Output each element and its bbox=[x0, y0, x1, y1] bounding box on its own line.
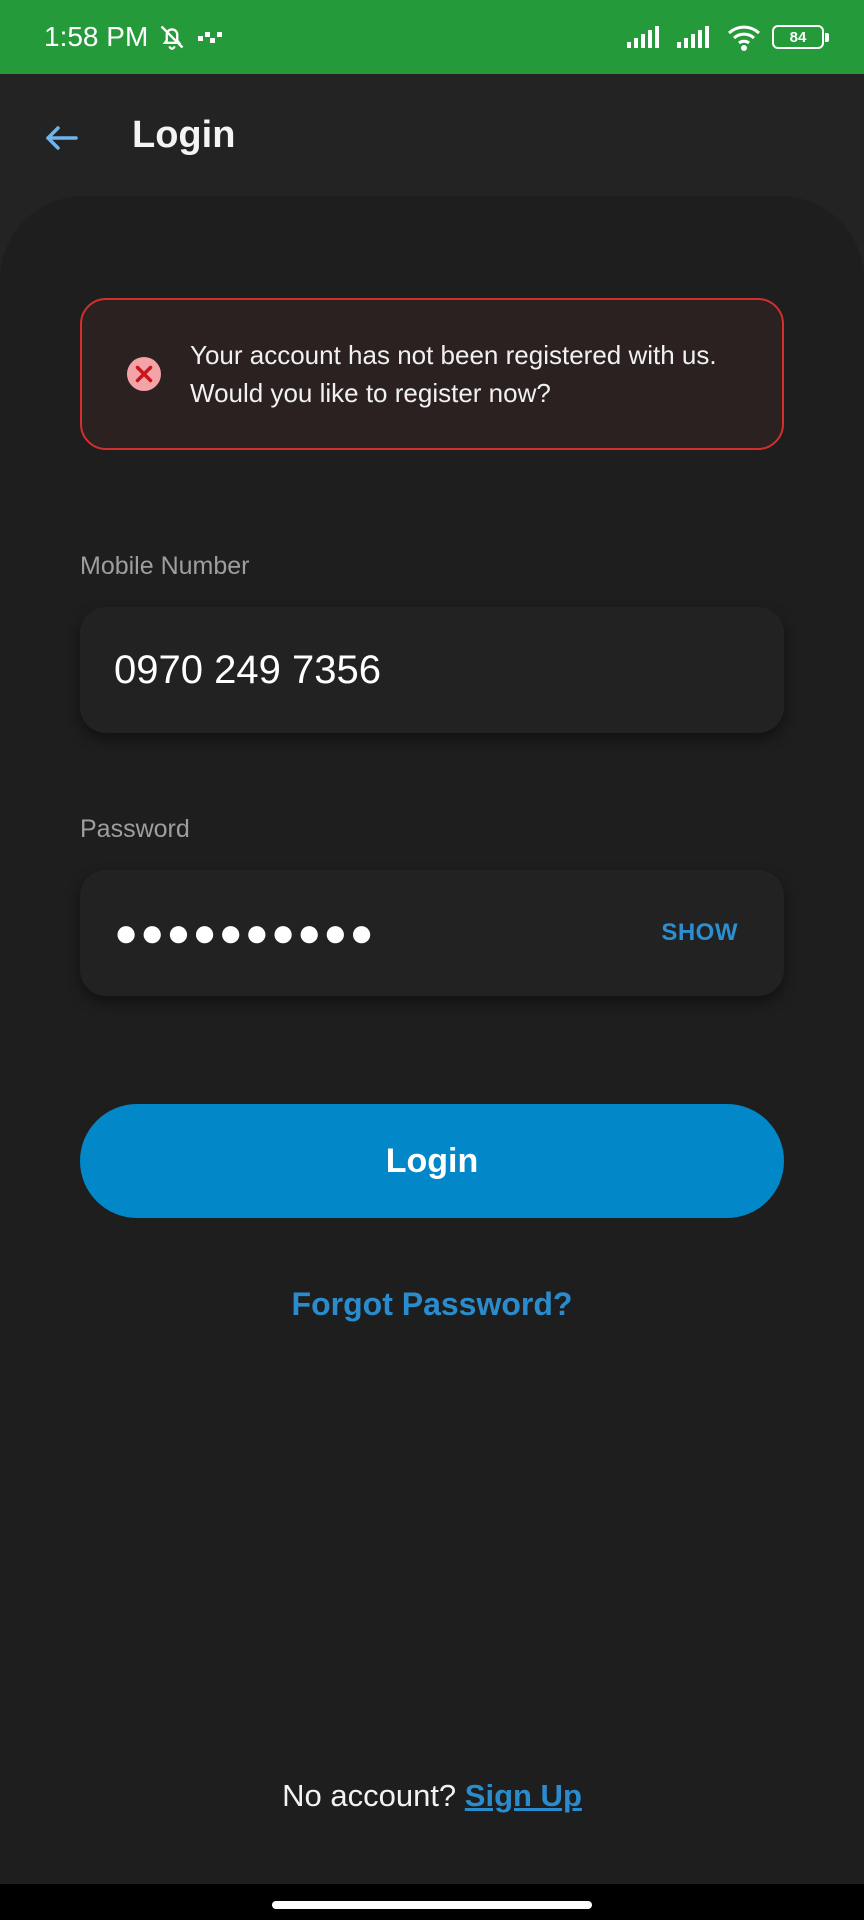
bell-off-icon bbox=[158, 23, 186, 51]
page-title: Login bbox=[132, 114, 236, 156]
signup-link[interactable]: Sign Up bbox=[465, 1778, 582, 1813]
home-indicator[interactable] bbox=[272, 1901, 592, 1909]
password-field-container: ●●●●●●●●●● SHOW bbox=[80, 870, 784, 996]
mobile-label: Mobile Number bbox=[80, 552, 250, 580]
mobile-input[interactable] bbox=[114, 647, 738, 693]
signup-prompt: No account? bbox=[282, 1778, 465, 1813]
signal-icon bbox=[676, 24, 716, 50]
forgot-password-link[interactable]: Forgot Password? bbox=[0, 1286, 864, 1323]
battery-level: 84 bbox=[789, 28, 807, 46]
status-bar: 1:58 PM 84 bbox=[0, 0, 864, 74]
password-input[interactable]: ●●●●●●●●●● bbox=[114, 911, 661, 956]
wifi-icon bbox=[726, 23, 762, 51]
password-label: Password bbox=[80, 815, 190, 843]
mobile-field-container bbox=[80, 607, 784, 733]
app-header: Login bbox=[0, 74, 864, 198]
error-circle-icon bbox=[127, 357, 161, 391]
error-message: Your account has not been registered wit… bbox=[190, 340, 717, 408]
login-button[interactable]: Login bbox=[80, 1104, 784, 1218]
back-button[interactable] bbox=[40, 116, 84, 160]
battery-icon: 84 bbox=[772, 25, 829, 49]
navigation-bar bbox=[0, 1884, 864, 1920]
status-left: 1:58 PM bbox=[44, 21, 226, 53]
error-alert: Your account has not been registered wit… bbox=[80, 298, 784, 450]
arrow-left-icon bbox=[46, 126, 78, 150]
dots-icon bbox=[196, 27, 226, 47]
signup-row: No account? Sign Up bbox=[0, 1778, 864, 1814]
signal-icon bbox=[626, 24, 666, 50]
status-time: 1:58 PM bbox=[44, 21, 149, 52]
status-right: 84 bbox=[626, 23, 829, 51]
show-password-button[interactable]: SHOW bbox=[661, 919, 738, 947]
